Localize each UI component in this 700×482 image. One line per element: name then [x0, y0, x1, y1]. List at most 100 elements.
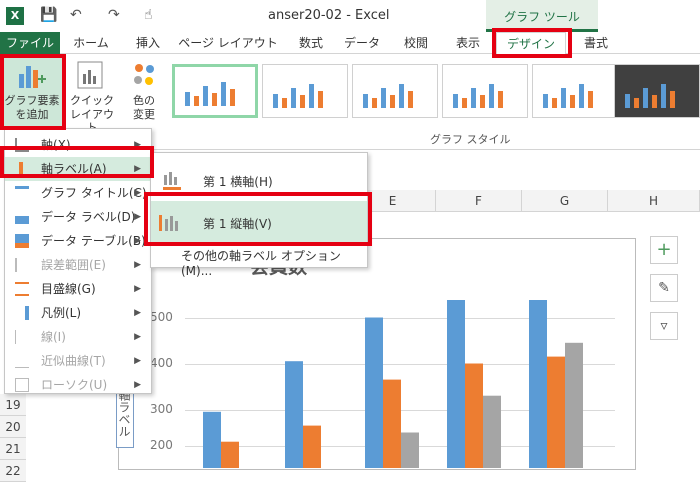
change-colors-label-2: 変更 [133, 108, 155, 121]
menu-item-label: データ テーブル(B) [41, 234, 146, 248]
bar[interactable] [465, 363, 483, 469]
chart-style-2[interactable] [262, 64, 348, 118]
submenu-arrow-icon: ▶ [134, 308, 141, 318]
save-icon[interactable]: 💾 [40, 7, 57, 23]
change-colors-label-1: 色の [133, 94, 155, 107]
submenu-label: 第 1 横軸(H) [203, 175, 273, 189]
y-tick-label: 300 [150, 402, 173, 416]
legend-icon [15, 306, 29, 320]
menu-item-label: 近似曲線(T) [41, 354, 106, 368]
menu-item-chart-title[interactable]: グラフ タイトル(C) ▶ [5, 181, 151, 205]
bar[interactable] [285, 361, 303, 468]
row-header[interactable]: 19 [0, 394, 26, 416]
chart-plot [203, 300, 583, 469]
redo-icon[interactable]: ↷ [108, 7, 120, 23]
tab-formulas[interactable]: 数式 [290, 32, 332, 54]
menu-item-gridlines[interactable]: 目盛線(G) ▶ [5, 277, 151, 301]
submenu-arrow-icon: ▶ [134, 212, 141, 222]
tab-data[interactable]: データ [340, 32, 384, 54]
chart-style-1[interactable] [172, 64, 258, 118]
submenu-more-options[interactable]: その他の軸ラベル オプション(M)... [151, 247, 367, 278]
menu-item-data-table[interactable]: データ テーブル(B) ▶ [5, 229, 151, 253]
row-header[interactable]: 22 [0, 460, 26, 482]
menu-item-data-labels[interactable]: データ ラベル(D) ▶ [5, 205, 151, 229]
chart-style-3[interactable] [352, 64, 438, 118]
tab-format[interactable]: 書式 [574, 32, 618, 54]
menu-item-up-down-bars[interactable]: ローソク(U) ▶ [5, 373, 151, 397]
bar[interactable] [565, 342, 583, 468]
tab-view[interactable]: 表示 [446, 32, 490, 54]
up-down-bars-icon [15, 378, 29, 392]
data-table-icon [15, 234, 29, 248]
submenu-arrow-icon: ▶ [134, 356, 141, 366]
chart-filter-icon[interactable]: ▿ [650, 312, 678, 340]
column-header[interactable]: H [608, 190, 700, 212]
chart-title-icon [15, 186, 29, 200]
menu-item-label: データ ラベル(D) [41, 210, 136, 224]
highlight-frame [144, 192, 372, 246]
tab-review[interactable]: 校閲 [394, 32, 438, 54]
submenu-arrow-icon: ▶ [134, 188, 141, 198]
quick-layout-button[interactable]: クイック レイアウト [66, 56, 118, 134]
tab-page-layout[interactable]: ページ レイアウト [176, 32, 280, 54]
window-title: anser20-02 - Excel [268, 8, 390, 23]
highlight-frame [0, 146, 154, 178]
menu-item-error-bars[interactable]: 誤差範囲(E) ▶ [5, 253, 151, 277]
menu-item-label: 凡例(L) [41, 306, 82, 320]
palette-icon [134, 64, 154, 85]
error-bars-icon [15, 258, 29, 272]
bar[interactable] [365, 317, 383, 469]
tab-home[interactable]: ホーム [66, 32, 116, 54]
bar[interactable] [447, 300, 465, 468]
gridlines-icon [15, 282, 29, 296]
bar[interactable] [529, 300, 547, 468]
submenu-arrow-icon: ▶ [134, 380, 141, 390]
highlight-frame [0, 54, 66, 130]
quick-layout-icon [77, 61, 103, 89]
quick-layout-label-1: クイック [70, 94, 114, 107]
chart-styles-group-label: グラフ スタイル [430, 133, 511, 146]
y-tick-label: 400 [150, 356, 173, 370]
bar[interactable] [483, 395, 501, 468]
y-tick-label: 200 [150, 438, 173, 452]
data-labels-icon [15, 210, 29, 224]
bar[interactable] [203, 411, 221, 468]
bar[interactable] [383, 379, 401, 468]
bar[interactable] [221, 441, 239, 468]
excel-app-icon: X [6, 7, 24, 25]
tab-file[interactable]: ファイル [0, 32, 60, 54]
undo-icon[interactable]: ↶ [70, 7, 82, 23]
tab-insert[interactable]: 挿入 [126, 32, 170, 54]
chart-elements-plus-icon[interactable]: + [650, 236, 678, 264]
menu-item-trendline[interactable]: 近似曲線(T) ▶ [5, 349, 151, 373]
menu-item-lines[interactable]: 線(I) ▶ [5, 325, 151, 349]
bar[interactable] [303, 425, 321, 468]
row-header[interactable]: 20 [0, 416, 26, 438]
menu-item-label: グラフ タイトル(C) [41, 186, 147, 200]
submenu-arrow-icon: ▶ [134, 260, 141, 270]
chart-styles-brush-icon[interactable]: ✎ [650, 274, 678, 302]
touch-mode-icon[interactable]: ☝ [144, 7, 153, 23]
menu-item-label: 目盛線(G) [41, 282, 96, 296]
submenu-arrow-icon: ▶ [134, 284, 141, 294]
column-header[interactable]: G [522, 190, 608, 212]
highlight-frame [492, 28, 572, 58]
chart-style-6[interactable] [614, 64, 700, 118]
chart-style-4[interactable] [442, 64, 528, 118]
column-header[interactable]: F [436, 190, 522, 212]
submenu-label: その他の軸ラベル オプション(M)... [181, 249, 341, 278]
trendline-icon [15, 354, 29, 368]
change-colors-button[interactable]: 色の 変更 [122, 56, 166, 128]
submenu-arrow-icon: ▶ [134, 236, 141, 246]
menu-item-label: ローソク(U) [41, 378, 108, 392]
row-header[interactable]: 21 [0, 438, 26, 460]
menu-item-label: 線(I) [41, 330, 66, 344]
bar[interactable] [401, 432, 419, 469]
chart-style-5[interactable] [532, 64, 618, 118]
menu-item-legend[interactable]: 凡例(L) ▶ [5, 301, 151, 325]
y-tick-label: 500 [150, 310, 173, 324]
bar[interactable] [547, 356, 565, 468]
lines-icon [15, 330, 29, 344]
horizontal-axis-title-icon [163, 172, 181, 190]
chart-tools-label: グラフ ツール [504, 10, 580, 24]
